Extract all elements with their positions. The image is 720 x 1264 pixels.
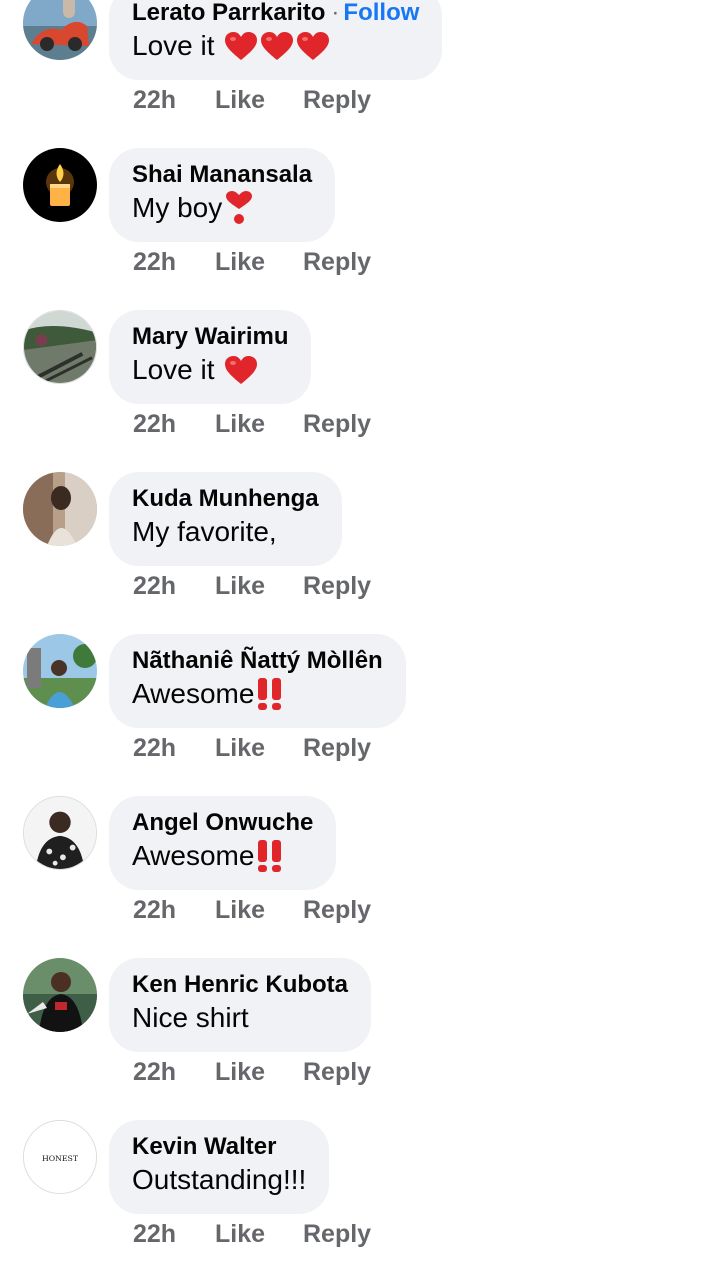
comment-item: Mary Wairimu Love it 22h Like Reply xyxy=(0,310,720,472)
timestamp: 22h xyxy=(133,85,177,114)
heart-icon xyxy=(224,31,258,61)
like-button[interactable]: Like xyxy=(215,410,303,439)
comment-actions: 22h Like Reply xyxy=(133,728,371,768)
comments-page: Lerato Parrkarito · Follow Love it 22h Lik… xyxy=(0,0,720,1264)
comment-actions: 22h Like Reply xyxy=(133,80,371,120)
reply-button[interactable]: Reply xyxy=(303,86,371,115)
reply-button[interactable]: Reply xyxy=(303,1058,371,1087)
avatar[interactable] xyxy=(23,796,97,870)
comment-text: My favorite, xyxy=(132,516,277,547)
comment-text: Love it xyxy=(132,30,215,61)
avatar-logo-text: HONEST xyxy=(42,1154,79,1163)
comment-actions: 22h Like Reply xyxy=(133,1214,371,1254)
timestamp: 22h xyxy=(133,571,177,600)
comment-text: Awesome xyxy=(132,678,255,709)
commenter-name[interactable]: Kuda Munhenga xyxy=(132,485,319,512)
timestamp: 22h xyxy=(133,409,177,438)
avatar[interactable] xyxy=(23,958,97,1032)
like-button[interactable]: Like xyxy=(215,1058,303,1087)
comment-item: Lerato Parrkarito · Follow Love it 22h Lik… xyxy=(0,0,720,148)
like-button[interactable]: Like xyxy=(215,896,303,925)
comment-item: Nãthaniê Ñattý Mòllên Awesome 22h Like R… xyxy=(0,634,720,796)
avatar[interactable] xyxy=(23,472,97,546)
like-button[interactable]: Like xyxy=(215,86,303,115)
double-exclamation-icon xyxy=(256,839,284,873)
follow-button[interactable]: Follow xyxy=(343,0,419,26)
comment-actions: 22h Like Reply xyxy=(133,242,371,282)
avatar[interactable] xyxy=(23,148,97,222)
comment-bubble: Mary Wairimu Love it xyxy=(109,310,312,404)
heart-icon xyxy=(260,31,294,61)
avatar[interactable] xyxy=(23,634,97,708)
separator-dot: · xyxy=(331,0,340,26)
commenter-name[interactable]: Mary Wairimu xyxy=(132,323,288,350)
comment-bubble: Kevin Walter Outstanding!!! xyxy=(109,1120,330,1214)
comment-bubble: Ken Henric Kubota Nice shirt xyxy=(109,958,372,1052)
reply-button[interactable]: Reply xyxy=(303,734,371,763)
comment-actions: 22h Like Reply xyxy=(133,890,371,930)
double-exclamation-icon xyxy=(256,677,284,711)
comment-item: Ken Henric Kubota Nice shirt 22h Like Re… xyxy=(0,958,720,1120)
comment-item: Angel Onwuche Awesome 22h Like Reply xyxy=(0,796,720,958)
comment-bubble: Lerato Parrkarito · Follow Love it xyxy=(109,0,443,80)
timestamp: 22h xyxy=(133,1219,177,1248)
heart-icon xyxy=(296,31,330,61)
like-button[interactable]: Like xyxy=(215,248,303,277)
commenter-name[interactable]: Angel Onwuche xyxy=(132,809,313,836)
like-button[interactable]: Like xyxy=(215,572,303,601)
comment-text: My boy xyxy=(132,192,223,223)
comment-text: Awesome xyxy=(132,840,255,871)
comment-actions: 22h Like Reply xyxy=(133,404,371,444)
heart-icon xyxy=(224,355,258,385)
commenter-name[interactable]: Kevin Walter xyxy=(132,1133,276,1160)
comment-item: Shai Manansala My boy 22h Like Reply xyxy=(0,148,720,310)
comment-bubble: Shai Manansala My boy xyxy=(109,148,336,242)
comment-text: Outstanding!!! xyxy=(132,1164,307,1195)
reply-button[interactable]: Reply xyxy=(303,572,371,601)
timestamp: 22h xyxy=(133,1057,177,1086)
avatar[interactable] xyxy=(23,310,97,384)
reply-button[interactable]: Reply xyxy=(303,1220,371,1249)
avatar[interactable]: HONEST xyxy=(23,1120,97,1194)
timestamp: 22h xyxy=(133,895,177,924)
commenter-name[interactable]: Shai Manansala xyxy=(132,161,312,188)
comment-bubble: Nãthaniê Ñattý Mòllên Awesome xyxy=(109,634,406,728)
comment-item: Kuda Munhenga My favorite, 22h Like Repl… xyxy=(0,472,720,634)
comment-bubble: Angel Onwuche Awesome xyxy=(109,796,337,890)
commenter-name[interactable]: Nãthaniê Ñattý Mòllên xyxy=(132,647,383,674)
comment-bubble: Kuda Munhenga My favorite, xyxy=(109,472,342,566)
timestamp: 22h xyxy=(133,247,177,276)
comment-actions: 22h Like Reply xyxy=(133,1052,371,1092)
reply-button[interactable]: Reply xyxy=(303,896,371,925)
comment-text: Nice shirt xyxy=(132,1002,249,1033)
reply-button[interactable]: Reply xyxy=(303,248,371,277)
like-button[interactable]: Like xyxy=(215,734,303,763)
reply-button[interactable]: Reply xyxy=(303,410,371,439)
heavy-heart-exclamation-icon xyxy=(224,191,254,225)
comment-actions: 22h Like Reply xyxy=(133,566,371,606)
avatar[interactable] xyxy=(23,0,97,60)
like-button[interactable]: Like xyxy=(215,1220,303,1249)
commenter-name[interactable]: Ken Henric Kubota xyxy=(132,971,348,998)
comment-item: HONEST Kevin Walter Outstanding!!! 22h L… xyxy=(0,1120,720,1264)
timestamp: 22h xyxy=(133,733,177,762)
comment-text: Love it xyxy=(132,354,215,385)
commenter-name[interactable]: Lerato Parrkarito xyxy=(132,0,325,26)
